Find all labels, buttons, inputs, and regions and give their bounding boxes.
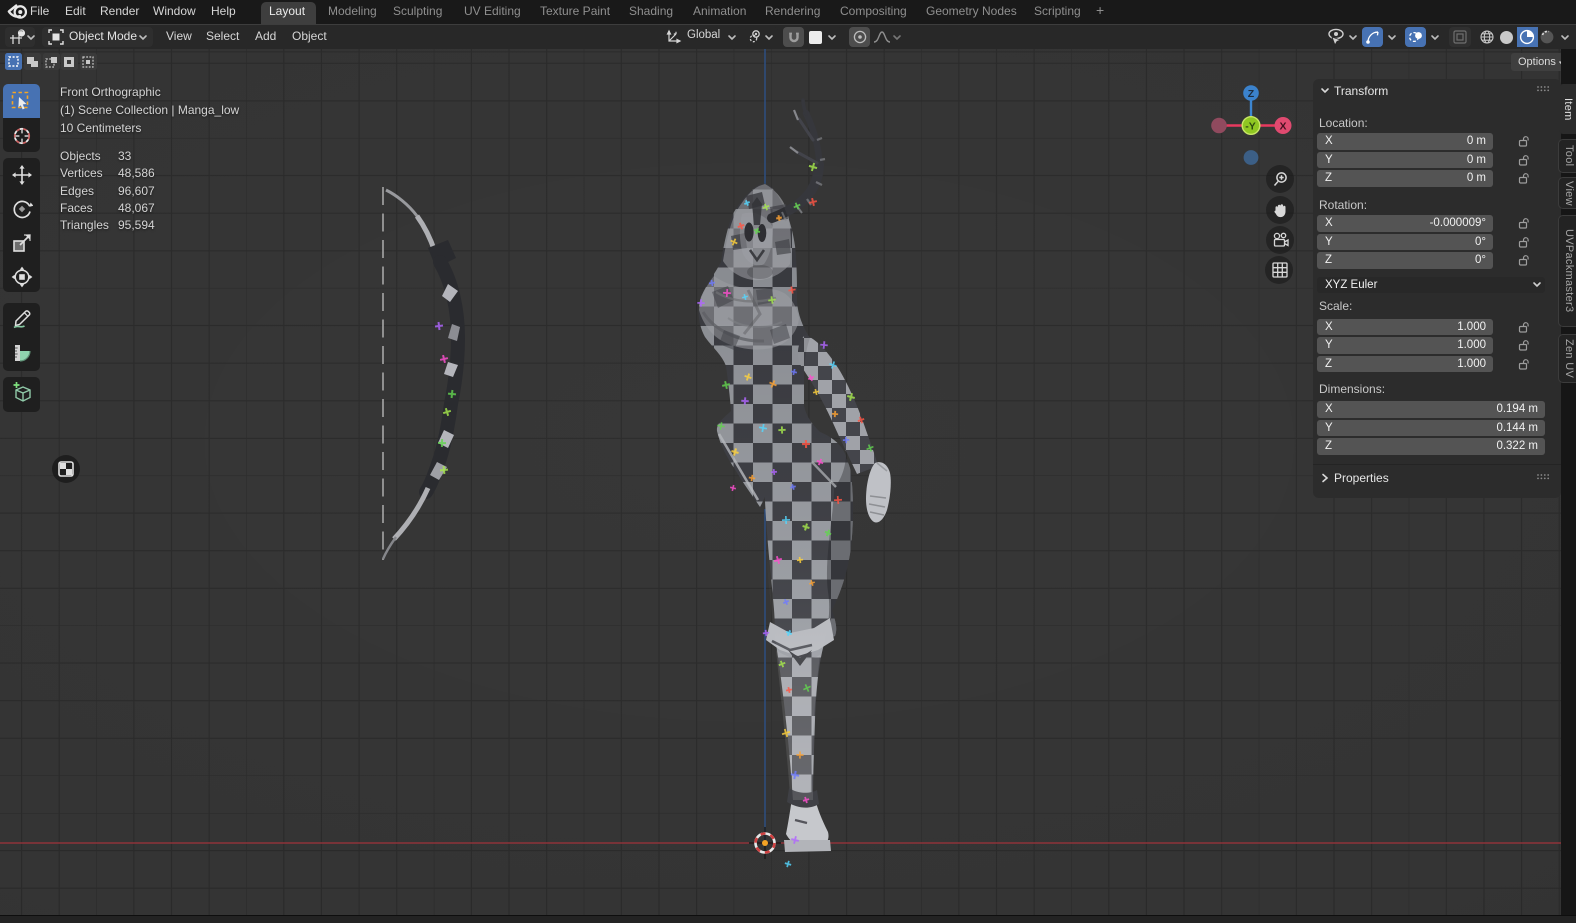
svg-text:X: X [1279,120,1286,132]
svg-text:-Y: -Y [1245,120,1256,132]
svg-text:Z: Z [1248,87,1255,99]
